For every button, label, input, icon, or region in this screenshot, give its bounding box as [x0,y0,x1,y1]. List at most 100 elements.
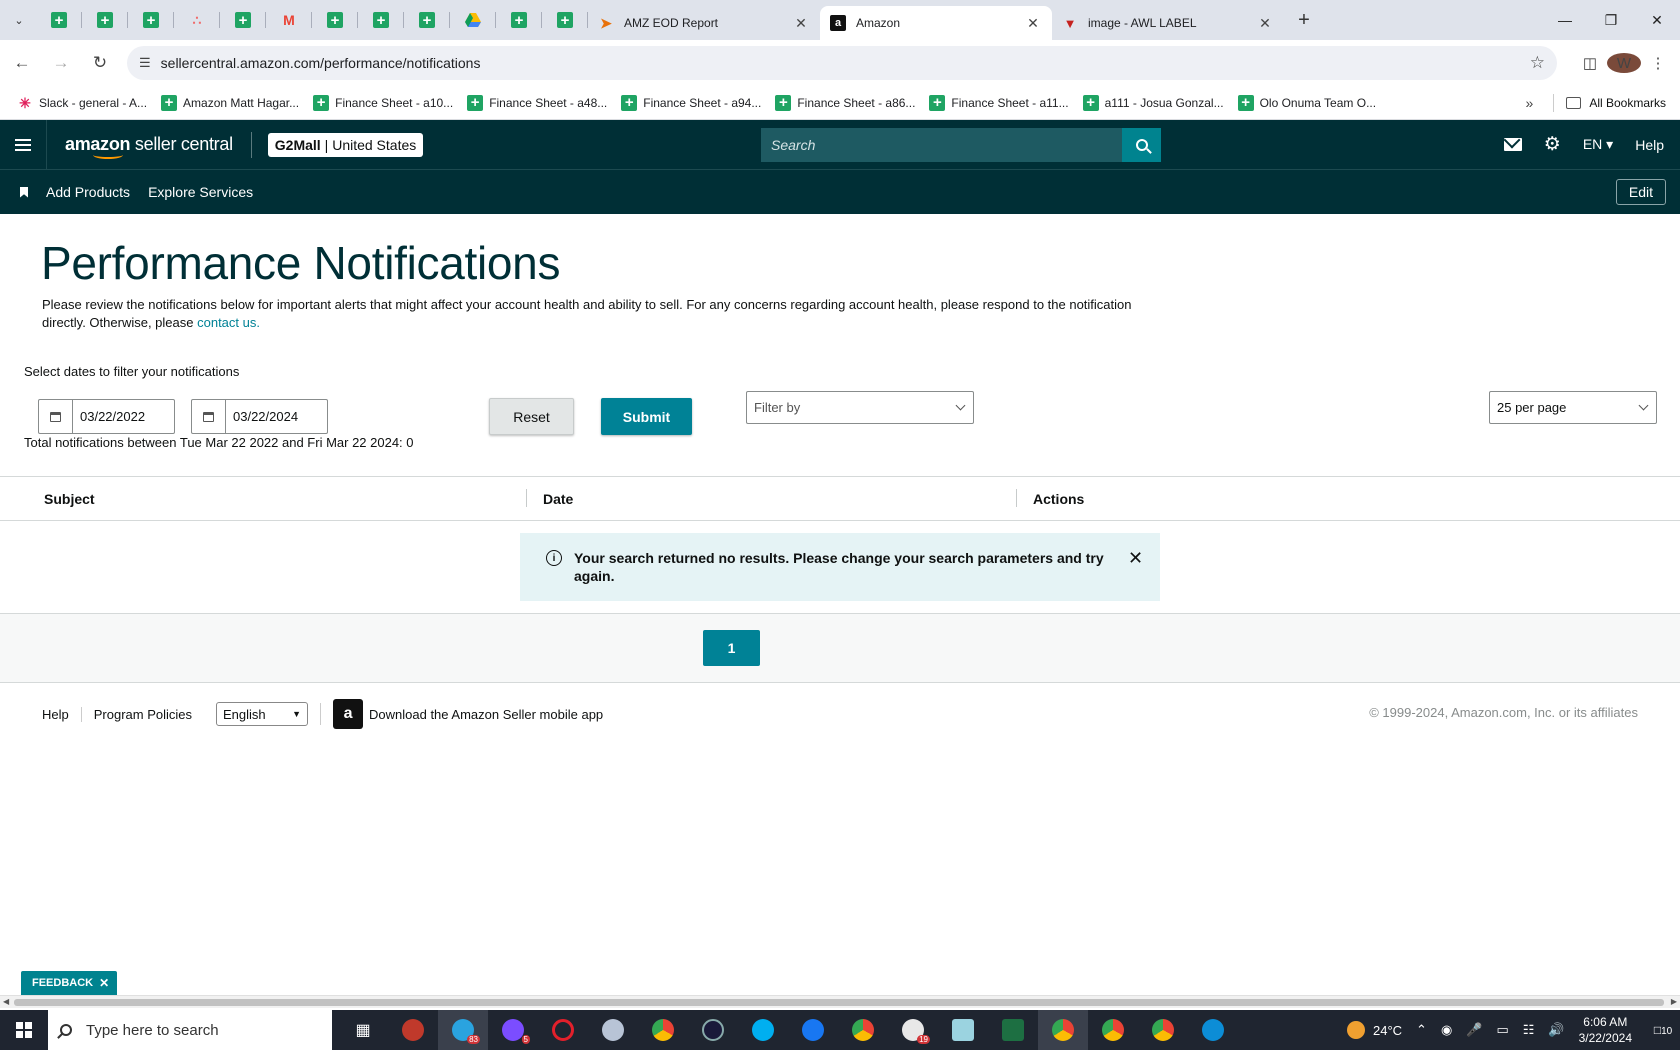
chrome-icon[interactable] [838,1010,888,1050]
reset-button[interactable]: Reset [489,398,574,435]
pinned-tab[interactable] [404,0,450,40]
calendar-icon[interactable] [39,400,73,433]
forward-icon[interactable]: → [44,46,78,80]
bookmark-item[interactable]: Finance Sheet - a48... [460,89,614,117]
nav-add-products[interactable]: Add Products [46,184,130,200]
microphone-icon[interactable]: 🎤 [1466,1022,1482,1038]
app-icon[interactable] [588,1010,638,1050]
pinned-tab[interactable]: M [266,0,312,40]
tab-image-awl-label[interactable]: ▼ image - AWL LABEL ✕ [1052,6,1284,40]
chrome-icon[interactable] [1138,1010,1188,1050]
close-icon[interactable]: ✕ [99,976,109,990]
chevron-up-icon[interactable]: ⌃ [1416,1022,1427,1038]
notes-icon[interactable] [938,1010,988,1050]
bookmark-item[interactable]: Olo Onuma Team O... [1231,89,1384,117]
seller-central-logo[interactable]: amazon seller central [65,134,233,159]
end-date-input[interactable] [226,409,326,424]
bookmark-item[interactable]: Finance Sheet - a86... [768,89,922,117]
tab-amazon[interactable]: a Amazon ✕ [820,6,1052,40]
pinned-tab[interactable] [36,0,82,40]
download-app-link[interactable]: Download the Amazon Seller mobile app [369,707,603,722]
address-bar[interactable]: ☰ sellercentral.amazon.com/performance/n… [127,46,1557,80]
new-tab-button[interactable]: + [1290,6,1318,34]
excel-icon[interactable] [988,1010,1038,1050]
taskbar-search[interactable]: Type here to search [48,1010,332,1050]
bookmark-item[interactable]: ✳ Slack - general - A... [10,89,154,117]
mail-icon[interactable] [1503,138,1522,151]
close-icon[interactable]: ✕ [1128,549,1143,601]
pinned-tab[interactable] [312,0,358,40]
chrome-icon[interactable] [1088,1010,1138,1050]
feedback-tab[interactable]: FEEDBACK ✕ [21,971,118,995]
bookmark-icon[interactable] [20,186,28,198]
filter-by-select[interactable]: Filter by [746,391,974,424]
scroll-right-icon[interactable]: ▶ [1671,997,1677,1006]
pinned-tab[interactable] [220,0,266,40]
messenger-icon[interactable]: 5 [488,1010,538,1050]
reload-icon[interactable]: ↻ [83,46,117,80]
search-input[interactable] [761,128,1122,162]
column-actions[interactable]: Actions [1033,491,1084,507]
clock-app-icon[interactable] [688,1010,738,1050]
temperature[interactable]: 24°C [1373,1023,1402,1038]
pinned-tab[interactable]: ∴ [174,0,220,40]
pinned-tab[interactable] [542,0,588,40]
amazon-seller-app-icon[interactable]: a [333,699,364,729]
close-window-icon[interactable]: ✕ [1634,0,1680,40]
edit-button[interactable]: Edit [1615,179,1666,205]
notifications-icon[interactable]: □10 [1646,1023,1680,1037]
bookmark-item[interactable]: Finance Sheet - a10... [306,89,460,117]
calendar-icon[interactable] [192,400,226,433]
url-text[interactable]: sellercentral.amazon.com/performance/not… [161,55,1530,71]
gear-icon[interactable]: ⚙ [1544,133,1561,156]
scroll-left-icon[interactable]: ◀ [3,997,9,1006]
slack-icon[interactable]: 19 [888,1010,938,1050]
minimize-icon[interactable]: — [1542,0,1588,40]
weather-icon[interactable] [1346,1021,1365,1039]
edge-icon[interactable] [1188,1010,1238,1050]
page-button-current[interactable]: 1 [703,630,760,666]
more-bookmarks-icon[interactable]: » [1526,95,1534,111]
restore-icon[interactable]: ❐ [1588,0,1634,40]
footer-help-link[interactable]: Help [42,706,82,722]
close-tab-icon[interactable]: ✕ [1024,15,1042,32]
all-bookmarks-link[interactable]: All Bookmarks [1589,96,1666,110]
back-icon[interactable]: ← [5,46,39,80]
pinned-tab[interactable] [358,0,404,40]
close-tab-icon[interactable]: ✕ [1256,15,1274,32]
per-page-select[interactable]: 25 per page [1489,391,1657,424]
column-date[interactable]: Date [543,491,573,507]
start-date-picker[interactable] [38,399,175,434]
hamburger-menu-icon[interactable] [0,120,47,169]
bookmark-item[interactable]: Finance Sheet - a94... [614,89,768,117]
pinned-tab[interactable] [450,0,496,40]
location-icon[interactable]: ◉ [1441,1022,1452,1038]
submit-button[interactable]: Submit [601,398,692,435]
network-icon[interactable]: ☷ [1523,1022,1535,1038]
store-switcher[interactable]: G2Mall | United States [267,132,424,157]
skype-icon[interactable] [738,1010,788,1050]
chrome-icon[interactable] [1038,1010,1088,1050]
app-icon[interactable] [388,1010,438,1050]
facebook-icon[interactable] [788,1010,838,1050]
chrome-icon[interactable] [638,1010,688,1050]
horizontal-scrollbar[interactable]: ◀ ▶ [0,995,1680,1008]
kebab-menu-icon[interactable]: ⋮ [1641,54,1675,72]
bookmark-star-icon[interactable]: ☆ [1530,53,1545,73]
task-view-icon[interactable]: ▦ [338,1010,388,1050]
end-date-picker[interactable] [191,399,328,434]
column-subject[interactable]: Subject [44,491,95,507]
profile[interactable]: W [1607,53,1641,73]
start-date-input[interactable] [73,409,173,424]
tab-search-chevron-icon[interactable]: ⌄ [6,7,32,33]
nav-explore-services[interactable]: Explore Services [148,184,253,200]
site-info-icon[interactable]: ☰ [139,55,151,71]
clock[interactable]: 6:06 AM 3/22/2024 [1579,1014,1632,1046]
footer-language-select[interactable]: English ▼ [216,702,309,726]
footer-program-policies-link[interactable]: Program Policies [94,707,216,722]
volume-icon[interactable]: 🔊 [1548,1022,1564,1038]
pinned-tab[interactable] [496,0,542,40]
battery-icon[interactable]: ▭ [1496,1022,1508,1038]
scrollbar-thumb[interactable] [14,999,1664,1006]
language-selector[interactable]: EN [1583,136,1613,153]
